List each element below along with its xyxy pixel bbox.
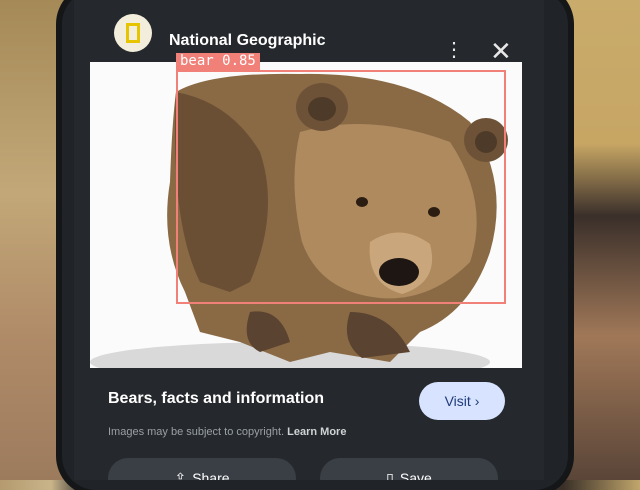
chevron-right-icon: › bbox=[474, 393, 480, 409]
copyright-notice: Images may be subject to copyright. Lear… bbox=[108, 426, 346, 438]
share-label: Share bbox=[192, 470, 230, 480]
result-header: National Geographic ⋮ ✕ bbox=[74, 0, 544, 64]
save-label: Save bbox=[399, 470, 432, 480]
save-button[interactable]: ▯ Save bbox=[320, 458, 498, 480]
close-icon[interactable]: ✕ bbox=[490, 38, 512, 64]
detection-box bbox=[176, 70, 506, 304]
background-left bbox=[0, 0, 70, 480]
visit-button[interactable]: Visit › bbox=[419, 382, 505, 420]
share-icon: ⇪ bbox=[174, 469, 187, 481]
source-name[interactable]: National Geographic bbox=[169, 32, 325, 50]
visit-label: Visit bbox=[444, 393, 471, 409]
detection-label: bear 0.85 bbox=[176, 53, 260, 70]
result-title[interactable]: Bears, facts and information bbox=[108, 390, 324, 408]
source-logo[interactable] bbox=[114, 14, 152, 52]
nat-geo-frame-icon bbox=[126, 23, 140, 43]
more-vert-icon[interactable]: ⋮ bbox=[444, 40, 464, 60]
bookmark-icon: ▯ bbox=[386, 469, 394, 481]
copyright-text: Images may be subject to copyright. bbox=[108, 426, 285, 438]
share-button[interactable]: ⇪ Share bbox=[108, 458, 296, 480]
learn-more-link[interactable]: Learn More bbox=[287, 426, 346, 438]
